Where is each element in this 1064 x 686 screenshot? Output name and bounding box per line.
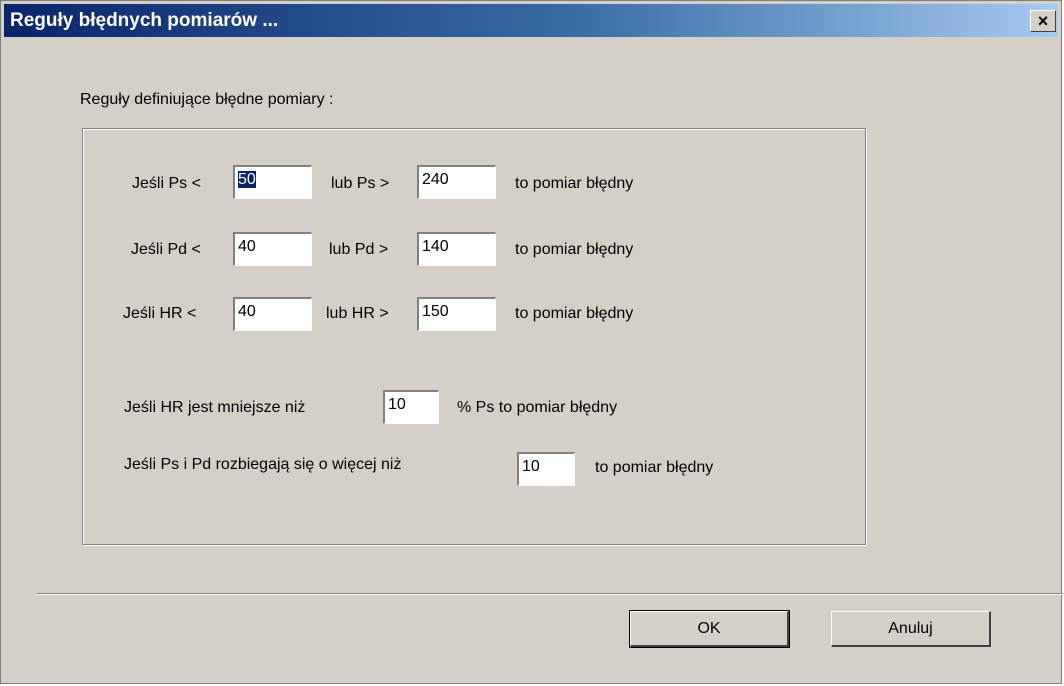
diff-rule-value: 10	[522, 458, 540, 475]
hr-percent-suffix: % Ps to pomiar błędny	[457, 399, 618, 416]
rule-pd-prefix: Jeśli Pd <	[131, 241, 201, 258]
diff-rule-prefix: Jeśli Ps i Pd rozbiegają się o więcej ni…	[124, 456, 402, 473]
close-icon: ×	[1037, 11, 1049, 31]
hr-min-input[interactable]: 40	[233, 297, 312, 331]
rule-hr-mid: lub HR >	[326, 305, 389, 322]
title-bar[interactable]: Reguły błędnych pomiarów ... ×	[4, 4, 1058, 37]
rule-hr-suffix: to pomiar błędny	[515, 305, 634, 322]
hr-percent-prefix: Jeśli HR jest mniejsze niż	[124, 399, 306, 416]
ps-min-value: 50	[238, 171, 256, 188]
window-title: Reguły błędnych pomiarów ...	[10, 10, 279, 31]
rule-ps-mid: lub Ps >	[331, 175, 390, 192]
pd-min-input[interactable]: 40	[233, 232, 312, 266]
pd-max-value: 140	[422, 238, 449, 255]
ps-max-input[interactable]: 240	[417, 165, 496, 199]
rule-pd-mid: lub Pd >	[329, 241, 389, 258]
hr-min-value: 40	[238, 303, 256, 320]
hr-percent-value: 10	[388, 396, 406, 413]
button-separator	[37, 593, 1063, 595]
ps-max-value: 240	[422, 171, 449, 188]
ok-button[interactable]: OK	[629, 610, 790, 648]
rules-heading: Reguły definiujące błędne pomiary :	[80, 91, 334, 108]
hr-max-input[interactable]: 150	[417, 297, 496, 331]
hr-max-value: 150	[422, 303, 449, 320]
rule-ps-suffix: to pomiar błędny	[515, 175, 634, 192]
rule-hr-prefix: Jeśli HR <	[123, 305, 197, 322]
ps-min-input[interactable]: 50	[233, 165, 312, 199]
close-button[interactable]: ×	[1030, 10, 1056, 32]
dialog-window: Reguły błędnych pomiarów ... × Reguły de…	[0, 0, 1063, 684]
pd-max-input[interactable]: 140	[417, 232, 496, 266]
cancel-button[interactable]: Anuluj	[831, 611, 991, 647]
diff-rule-suffix: to pomiar błędny	[595, 459, 714, 476]
pd-min-value: 40	[238, 238, 256, 255]
rule-pd-suffix: to pomiar błędny	[515, 241, 634, 258]
diff-rule-input[interactable]: 10	[517, 452, 575, 486]
hr-percent-input[interactable]: 10	[383, 390, 439, 424]
rule-ps-prefix: Jeśli Ps <	[132, 175, 201, 192]
